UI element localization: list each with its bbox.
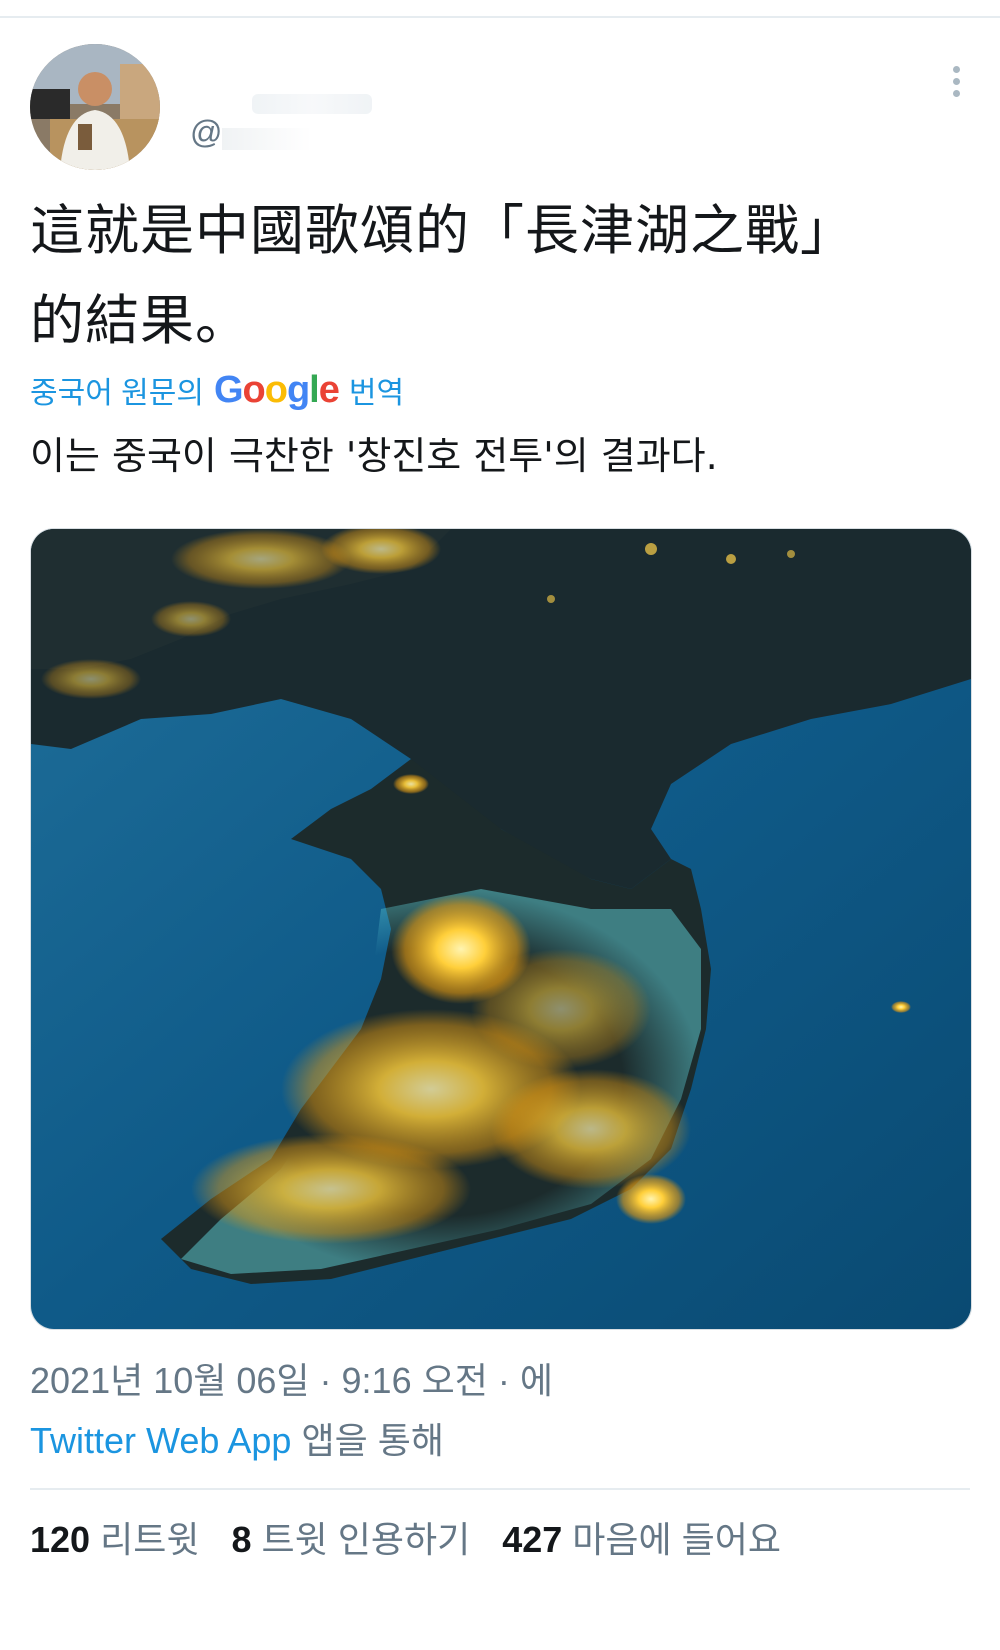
translate-suffix: 번역: [348, 377, 405, 410]
likes-stat[interactable]: 427 마음에 들어요: [502, 1511, 781, 1563]
quotes-count: 8: [231, 1519, 252, 1560]
more-vertical-icon[interactable]: [946, 66, 966, 110]
retweets-label: 리트윗: [100, 1519, 200, 1560]
tweet-header: @: [30, 44, 970, 174]
engagement-stats: 120 리트윗 8 트윗 인용하기 427 마음에 들어요: [30, 1512, 813, 1562]
google-logo: Google: [213, 368, 340, 411]
tweet-text: 這就是中國歌頌的「長津湖之戰」 的結果。: [30, 199, 855, 352]
likes-label: 마음에 들어요: [572, 1519, 782, 1560]
source-suffix: 앱을 통해: [291, 1420, 444, 1461]
handle-redacted: [222, 128, 312, 150]
quotes-label: 트윗 인용하기: [261, 1519, 471, 1560]
source-app-link[interactable]: Twitter Web App: [30, 1420, 291, 1461]
stats-divider: [30, 1488, 970, 1490]
quotes-stat[interactable]: 8 트윗 인용하기: [231, 1511, 470, 1563]
user-handle[interactable]: @: [190, 114, 222, 151]
tweet-timestamp[interactable]: 2021년 10월 06일 · 9:16 오전 · 에: [30, 1352, 553, 1404]
likes-count: 427: [502, 1519, 563, 1560]
tweet-source: Twitter Web App 앱을 통해: [30, 1412, 444, 1464]
avatar[interactable]: [30, 44, 160, 170]
display-name-redacted: [252, 94, 372, 114]
translate-link[interactable]: 중국어 원문의 Google 번역: [30, 368, 404, 412]
translate-prefix: 중국어 원문의: [30, 377, 204, 410]
retweets-stat[interactable]: 120 리트윗: [30, 1511, 199, 1563]
translated-text: 이는 중국이 극찬한 '창진호 전투'의 결과다.: [30, 434, 718, 478]
retweets-count: 120: [30, 1519, 91, 1560]
korea-night-satellite-image: [31, 529, 971, 1329]
top-divider: [0, 16, 1000, 18]
avatar-image: [30, 44, 160, 170]
tweet-media-image[interactable]: [30, 528, 972, 1330]
